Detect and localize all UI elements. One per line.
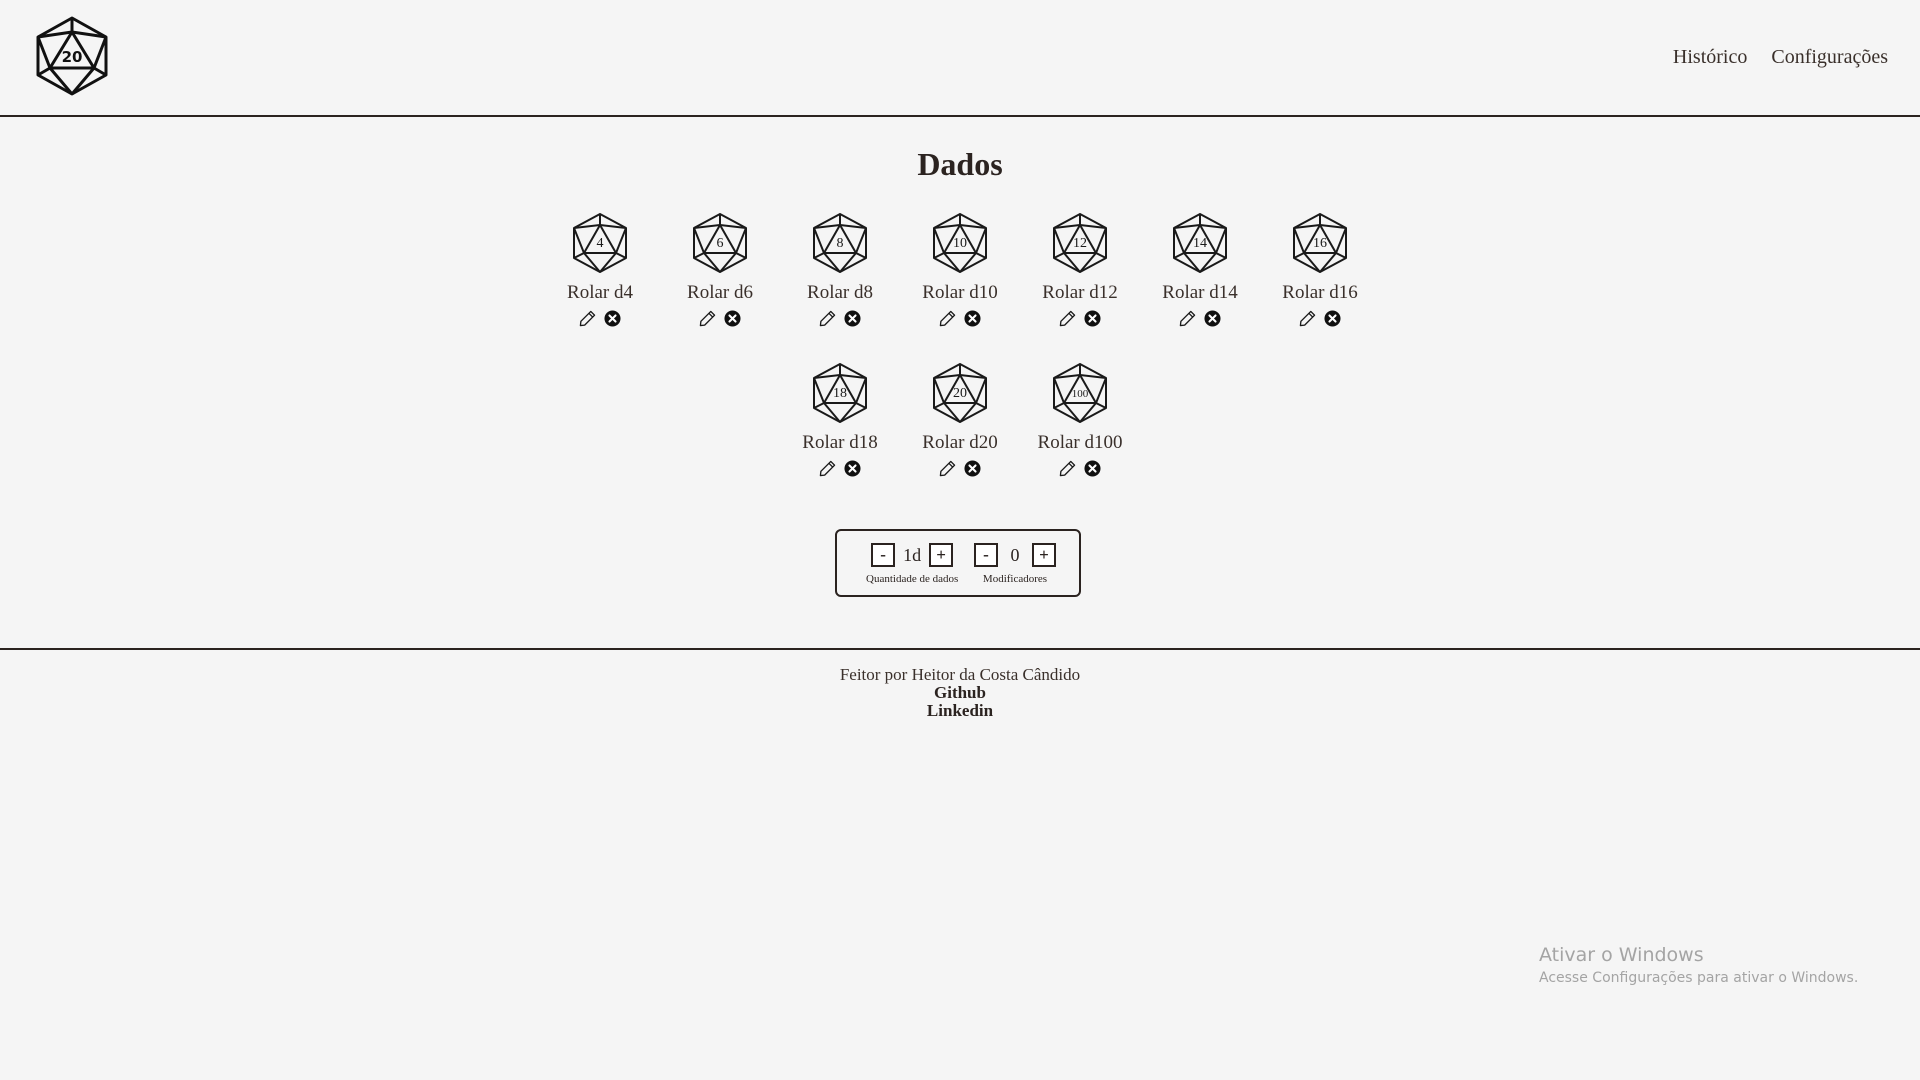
- delete-x-icon[interactable]: [1324, 310, 1341, 327]
- nav-historico[interactable]: Histórico: [1673, 46, 1747, 69]
- edit-pencil-icon[interactable]: [939, 460, 956, 477]
- die-number: 16: [1313, 236, 1327, 251]
- delete-x-icon[interactable]: [964, 460, 981, 477]
- page-title: Dados: [917, 146, 1003, 182]
- windows-activation-watermark: Ativar o Windows Acesse Configurações pa…: [1539, 944, 1858, 986]
- die-number: 8: [837, 236, 844, 251]
- modifier-caption: Modificadores: [982, 573, 1048, 585]
- die-roll-label[interactable]: Rolar d100: [1038, 432, 1123, 454]
- edit-pencil-icon[interactable]: [1059, 310, 1076, 327]
- nav-configuracoes[interactable]: Configurações: [1771, 46, 1888, 69]
- top-nav: Histórico Configurações: [1673, 46, 1888, 69]
- die-actions: [939, 310, 981, 327]
- die-actions: [1059, 460, 1101, 477]
- die-roll-label[interactable]: Rolar d16: [1282, 282, 1357, 304]
- quantity-decrease-button[interactable]: -: [871, 543, 896, 567]
- die-roll-label[interactable]: Rolar d20: [922, 432, 997, 454]
- die-number: 4: [597, 236, 604, 251]
- die-card-d14: 14 Rolar d14: [1157, 212, 1244, 327]
- die-number: 10: [953, 236, 967, 251]
- die-icon[interactable]: 4: [571, 212, 629, 274]
- die-card-d12: 12 Rolar d12: [1037, 212, 1124, 327]
- die-roll-label[interactable]: Rolar d14: [1162, 282, 1237, 304]
- die-number: 100: [1072, 388, 1089, 400]
- die-card-d10: 10 Rolar d10: [917, 212, 1004, 327]
- edit-pencil-icon[interactable]: [819, 460, 836, 477]
- die-roll-label[interactable]: Rolar d4: [567, 282, 633, 304]
- die-number: 14: [1193, 236, 1207, 251]
- edit-pencil-icon[interactable]: [579, 310, 596, 327]
- die-icon[interactable]: 8: [811, 212, 869, 274]
- delete-x-icon[interactable]: [844, 310, 861, 327]
- footer-credit: Feitor por Heitor da Costa Cândido: [839, 665, 1081, 684]
- die-actions: [1059, 310, 1101, 327]
- die-icon[interactable]: 10: [931, 212, 989, 274]
- die-number: 20: [953, 386, 967, 401]
- die-roll-label[interactable]: Rolar d18: [802, 432, 877, 454]
- die-roll-label[interactable]: Rolar d12: [1042, 282, 1117, 304]
- die-actions: [1179, 310, 1221, 327]
- die-actions: [819, 310, 861, 327]
- edit-pencil-icon[interactable]: [1179, 310, 1196, 327]
- die-card-d8: 8 Rolar d8: [797, 212, 884, 327]
- modifier-increase-button[interactable]: +: [1032, 543, 1056, 567]
- die-card-d18: 18 Rolar d18: [797, 362, 884, 477]
- modifier-value: 0: [1010, 544, 1020, 565]
- delete-x-icon[interactable]: [724, 310, 741, 327]
- die-actions: [939, 460, 981, 477]
- die-icon[interactable]: 18: [811, 362, 869, 424]
- site-footer: Feitor por Heitor da Costa Cândido Githu…: [0, 648, 1920, 720]
- delete-x-icon[interactable]: [1084, 310, 1101, 327]
- edit-pencil-icon[interactable]: [1299, 310, 1316, 327]
- watermark-title: Ativar o Windows: [1539, 944, 1704, 966]
- die-icon[interactable]: 6: [691, 212, 749, 274]
- die-number: 6: [717, 236, 724, 251]
- die-card-d16: 16 Rolar d16: [1277, 212, 1364, 327]
- edit-pencil-icon[interactable]: [939, 310, 956, 327]
- die-roll-label[interactable]: Rolar d8: [807, 282, 873, 304]
- die-icon[interactable]: 12: [1051, 212, 1109, 274]
- edit-pencil-icon[interactable]: [819, 310, 836, 327]
- die-actions: [1299, 310, 1341, 327]
- die-actions: [819, 460, 861, 477]
- quantity-increase-button[interactable]: +: [929, 543, 954, 567]
- die-roll-label[interactable]: Rolar d10: [922, 282, 997, 304]
- site-header: 20 Histórico Configurações: [0, 0, 1920, 117]
- die-roll-label[interactable]: Rolar d6: [687, 282, 753, 304]
- die-icon[interactable]: 100: [1051, 362, 1109, 424]
- die-icon[interactable]: 14: [1171, 212, 1229, 274]
- d20-logo-icon[interactable]: 20: [36, 16, 108, 96]
- die-icon[interactable]: 16: [1291, 212, 1349, 274]
- delete-x-icon[interactable]: [1084, 460, 1101, 477]
- watermark-subtitle: Acesse Configurações para ativar o Windo…: [1539, 970, 1859, 986]
- modifier-decrease-button[interactable]: -: [974, 543, 998, 567]
- delete-x-icon[interactable]: [844, 460, 861, 477]
- die-icon[interactable]: 20: [931, 362, 989, 424]
- quantity-value: 1d: [903, 544, 922, 565]
- delete-x-icon[interactable]: [604, 310, 621, 327]
- die-card-d6: 6 Rolar d6: [677, 212, 764, 327]
- quantity-caption: Quantidade de dados: [866, 573, 959, 585]
- die-actions: [579, 310, 621, 327]
- edit-pencil-icon[interactable]: [1059, 460, 1076, 477]
- modifier-control: - 0 + Modificadores: [974, 543, 1056, 585]
- roll-controls-panel: - 1d + Quantidade de dados - 0 + Modific…: [835, 529, 1081, 597]
- dice-row-1: 4 Rolar d4 6 Rolar d6 8 Rolar d8 10 Rola…: [0, 212, 1920, 327]
- die-number: 12: [1073, 236, 1087, 251]
- delete-x-icon[interactable]: [964, 310, 981, 327]
- footer-github-link[interactable]: Github: [0, 684, 1920, 702]
- die-card-d4: 4 Rolar d4: [557, 212, 644, 327]
- logo-number: 20: [62, 48, 83, 66]
- die-card-d20: 20 Rolar d20: [917, 362, 1004, 477]
- die-card-d100: 100 Rolar d100: [1037, 362, 1124, 477]
- footer-linkedin-link[interactable]: Linkedin: [0, 702, 1920, 720]
- die-actions: [699, 310, 741, 327]
- die-number: 18: [833, 386, 847, 401]
- quantity-control: - 1d + Quantidade de dados: [866, 543, 958, 585]
- delete-x-icon[interactable]: [1204, 310, 1221, 327]
- dice-row-2: 18 Rolar d18 20 Rolar d20 100 Rolar d100: [0, 362, 1920, 477]
- edit-pencil-icon[interactable]: [699, 310, 716, 327]
